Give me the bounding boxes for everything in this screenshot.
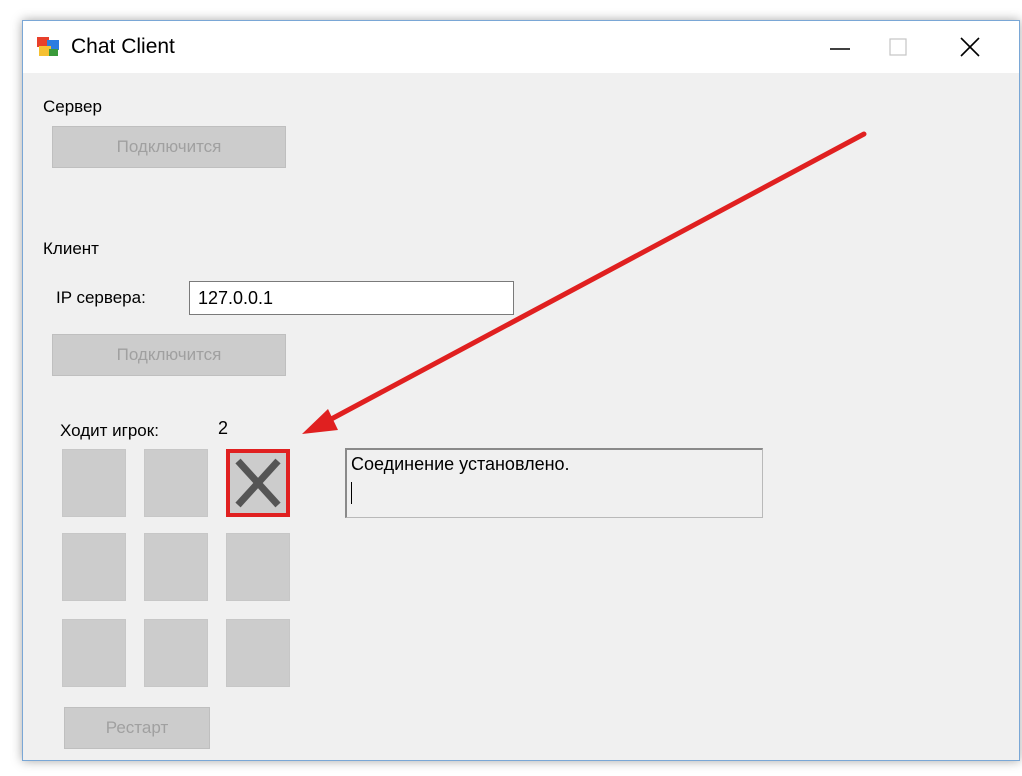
server-connect-button[interactable]: Подключится [52,126,286,168]
board-cell-2[interactable] [144,449,208,517]
board-cell-1[interactable] [62,449,126,517]
turn-label: Ходит игрок: [60,421,159,440]
window-title: Chat Client [71,35,175,58]
ip-field[interactable] [189,281,514,315]
maximize-icon [889,38,907,56]
close-button[interactable] [941,21,999,73]
minimize-button[interactable] [811,21,869,73]
minimize-icon [830,48,850,50]
restart-button[interactable]: Рестарт [64,707,210,749]
maximize-button[interactable] [870,21,928,73]
server-heading: Сервер [43,97,102,116]
close-icon [960,37,980,57]
board-cell-3-highlighted[interactable] [226,449,290,517]
board-cell-7[interactable] [62,619,126,687]
app-form-icon [37,37,59,56]
board-cell-8[interactable] [144,619,208,687]
board-cell-4[interactable] [62,533,126,601]
board-cell-5[interactable] [144,533,208,601]
turn-player: 2 [218,418,229,438]
x-mark-icon [235,458,281,508]
client-heading: Клиент [43,239,99,258]
title-bar[interactable]: Chat Client [23,21,1019,73]
status-log-text: Соединение установлено. [351,454,570,474]
board-cell-9[interactable] [226,619,290,687]
ip-label: IP сервера: [56,288,146,307]
board-cell-6[interactable] [226,533,290,601]
chat-client-window: Chat Client Сервер Подключится Клиент IP… [22,20,1020,761]
client-connect-button[interactable]: Подключится [52,334,286,376]
text-caret [351,482,352,504]
status-log[interactable]: Соединение установлено. [345,448,763,518]
